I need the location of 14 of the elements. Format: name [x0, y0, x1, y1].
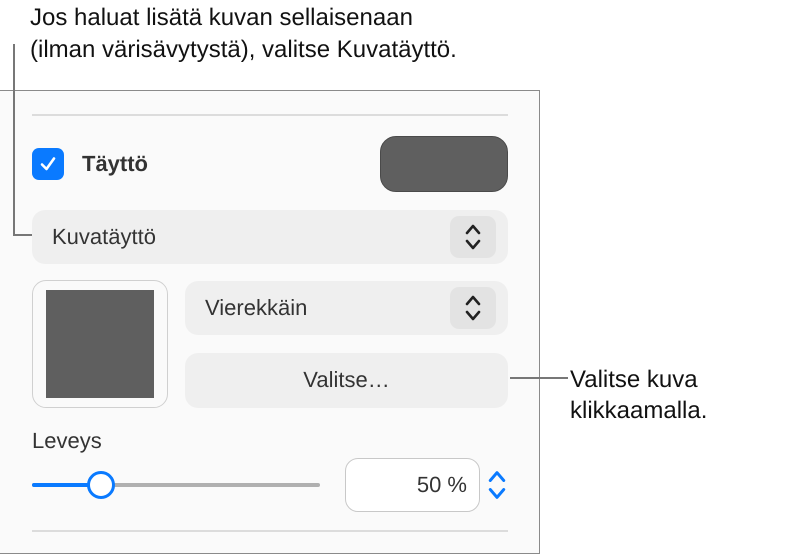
choose-button[interactable]: Valitse…	[185, 352, 508, 408]
callout-text: Jos haluat lisätä kuvan sellaisenaan (ilman värisävytystä), valitse Kuvatäyttö.	[30, 3, 458, 65]
image-well[interactable]	[32, 280, 168, 408]
scaling-select[interactable]: Vierekkäin	[185, 280, 508, 334]
fill-type-select[interactable]: Kuvatäyttö	[32, 210, 508, 264]
width-label: Leveys	[32, 428, 103, 454]
leader-line	[510, 377, 568, 379]
fill-label: Täyttö	[82, 151, 148, 177]
width-field[interactable]: 50 %	[345, 458, 480, 512]
color-swatch[interactable]	[380, 136, 508, 192]
chevron-updown-icon	[465, 223, 481, 251]
chevron-updown-icon	[465, 294, 481, 322]
callout-text: Valitse kuva klikkaamalla.	[570, 365, 708, 426]
checkbox[interactable]	[32, 148, 64, 180]
